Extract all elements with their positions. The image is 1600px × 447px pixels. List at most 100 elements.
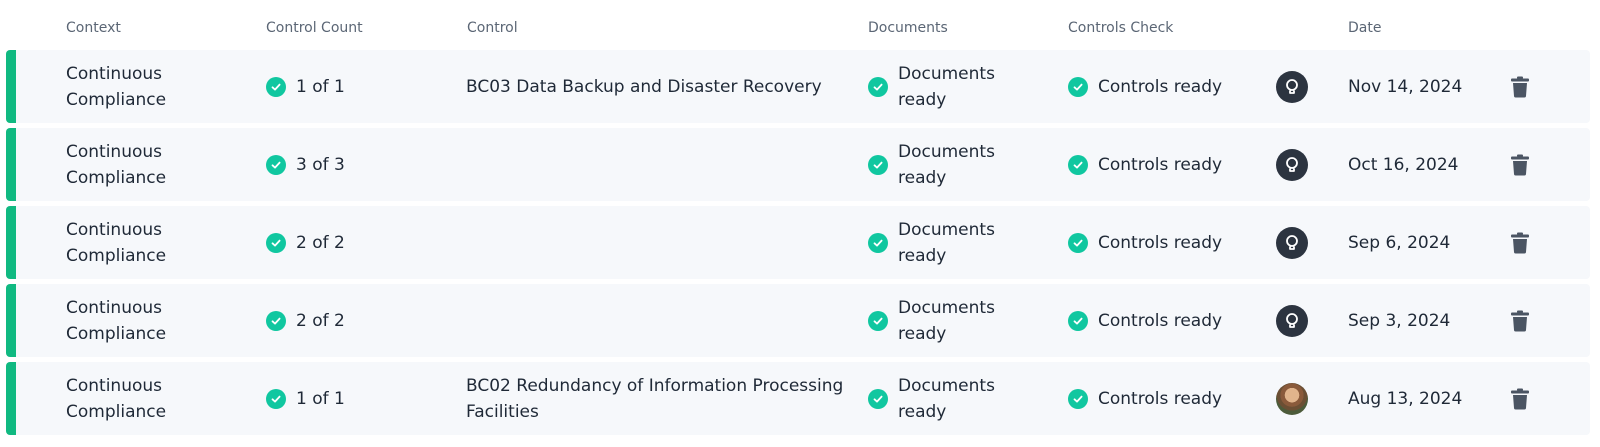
check-circle-icon — [266, 388, 286, 409]
check-circle-icon — [868, 76, 888, 97]
control-cell — [466, 128, 846, 201]
table-body: Continuous Compliance 1 of 1 BC03 Data B… — [6, 50, 1590, 440]
documents-cell: Documents ready — [868, 206, 1058, 279]
table-row[interactable]: Continuous Compliance 2 of 2 Documents r… — [6, 206, 1590, 279]
owner-avatar-cell — [1272, 362, 1312, 435]
check-circle-icon — [868, 154, 888, 175]
control-count-text: 2 of 2 — [296, 232, 345, 253]
lightbulb-icon[interactable] — [1276, 226, 1308, 259]
lightbulb-icon[interactable] — [1276, 148, 1308, 181]
control-cell — [466, 284, 846, 357]
controls-check-text: Controls ready — [1098, 388, 1223, 409]
check-circle-icon — [1068, 232, 1088, 253]
table-row[interactable]: Continuous Compliance 1 of 1 BC03 Data B… — [6, 50, 1590, 123]
table-row[interactable]: Continuous Compliance 2 of 2 Documents r… — [6, 284, 1590, 357]
control-count-cell: 1 of 1 — [266, 362, 456, 435]
context-cell: Continuous Compliance — [66, 284, 256, 357]
documents-cell: Documents ready — [868, 284, 1058, 357]
owner-avatar-cell — [1272, 50, 1312, 123]
row-status-accent — [6, 50, 16, 123]
date-text: Nov 14, 2024 — [1348, 76, 1463, 97]
row-status-accent — [6, 206, 16, 279]
check-circle-icon — [868, 310, 888, 331]
owner-avatar-cell — [1272, 128, 1312, 201]
controls-check-text: Controls ready — [1098, 154, 1223, 175]
documents-cell: Documents ready — [868, 362, 1058, 435]
controls-check-text: Controls ready — [1098, 232, 1223, 253]
table-row[interactable]: Continuous Compliance 3 of 3 Documents r… — [6, 128, 1590, 201]
header-documents[interactable]: Documents — [868, 20, 948, 36]
header-context[interactable]: Context — [66, 20, 121, 36]
documents-text: Documents ready — [898, 141, 995, 188]
header-date[interactable]: Date — [1348, 20, 1381, 36]
row-status-accent — [6, 362, 16, 435]
context-cell: Continuous Compliance — [66, 50, 256, 123]
control-count-cell: 2 of 2 — [266, 206, 456, 279]
control-text: BC02 Redundancy of Information Processin… — [466, 375, 844, 422]
context-text: Continuous Compliance — [66, 63, 167, 110]
documents-cell: Documents ready — [868, 50, 1058, 123]
check-circle-icon — [1068, 388, 1088, 409]
date-text: Sep 3, 2024 — [1348, 310, 1451, 331]
control-cell — [466, 206, 846, 279]
header-controls-check[interactable]: Controls Check — [1068, 20, 1173, 36]
date-text: Sep 6, 2024 — [1348, 232, 1451, 253]
header-control[interactable]: Control — [467, 20, 518, 36]
runs-table: Context Control Count Control Documents … — [0, 0, 1600, 447]
date-cell: Sep 6, 2024 — [1348, 206, 1498, 279]
check-circle-icon — [266, 232, 286, 253]
user-avatar-photo[interactable] — [1276, 382, 1308, 415]
context-text: Continuous Compliance — [66, 141, 167, 188]
documents-text: Documents ready — [898, 375, 995, 422]
date-cell: Sep 3, 2024 — [1348, 284, 1498, 357]
trash-icon[interactable] — [1504, 128, 1536, 201]
control-text: BC03 Data Backup and Disaster Recovery — [466, 76, 822, 97]
owner-avatar-cell — [1272, 206, 1312, 279]
documents-cell: Documents ready — [868, 128, 1058, 201]
date-cell: Nov 14, 2024 — [1348, 50, 1498, 123]
date-text: Oct 16, 2024 — [1348, 154, 1459, 175]
table-header: Context Control Count Control Documents … — [0, 0, 1600, 48]
documents-text: Documents ready — [898, 219, 995, 266]
check-circle-icon — [1068, 154, 1088, 175]
controls-check-text: Controls ready — [1098, 310, 1223, 331]
context-cell: Continuous Compliance — [66, 362, 256, 435]
control-count-text: 2 of 2 — [296, 310, 345, 331]
row-status-accent — [6, 128, 16, 201]
date-cell: Oct 16, 2024 — [1348, 128, 1498, 201]
control-cell: BC02 Redundancy of Information Processin… — [466, 362, 846, 435]
controls-check-cell: Controls ready — [1068, 50, 1268, 123]
lightbulb-icon[interactable] — [1276, 304, 1308, 337]
check-circle-icon — [868, 388, 888, 409]
controls-check-cell: Controls ready — [1068, 206, 1268, 279]
date-text: Aug 13, 2024 — [1348, 388, 1463, 409]
control-count-cell: 2 of 2 — [266, 284, 456, 357]
table-row[interactable]: Continuous Compliance 1 of 1 BC02 Redund… — [6, 362, 1590, 435]
context-text: Continuous Compliance — [66, 297, 167, 344]
check-circle-icon — [1068, 76, 1088, 97]
owner-avatar-cell — [1272, 284, 1312, 357]
control-count-cell: 1 of 1 — [266, 50, 456, 123]
trash-icon[interactable] — [1504, 284, 1536, 357]
controls-check-cell: Controls ready — [1068, 128, 1268, 201]
trash-icon[interactable] — [1504, 50, 1536, 123]
check-circle-icon — [266, 310, 286, 331]
control-count-text: 1 of 1 — [296, 76, 345, 97]
context-text: Continuous Compliance — [66, 219, 167, 266]
control-count-cell: 3 of 3 — [266, 128, 456, 201]
check-circle-icon — [868, 232, 888, 253]
header-control-count[interactable]: Control Count — [266, 20, 363, 36]
lightbulb-icon[interactable] — [1276, 70, 1308, 103]
control-count-text: 1 of 1 — [296, 388, 345, 409]
check-circle-icon — [266, 76, 286, 97]
context-cell: Continuous Compliance — [66, 206, 256, 279]
trash-icon[interactable] — [1504, 362, 1536, 435]
control-cell: BC03 Data Backup and Disaster Recovery — [466, 50, 846, 123]
controls-check-cell: Controls ready — [1068, 284, 1268, 357]
check-circle-icon — [1068, 310, 1088, 331]
check-circle-icon — [266, 154, 286, 175]
documents-text: Documents ready — [898, 63, 995, 110]
trash-icon[interactable] — [1504, 206, 1536, 279]
row-status-accent — [6, 284, 16, 357]
control-count-text: 3 of 3 — [296, 154, 345, 175]
